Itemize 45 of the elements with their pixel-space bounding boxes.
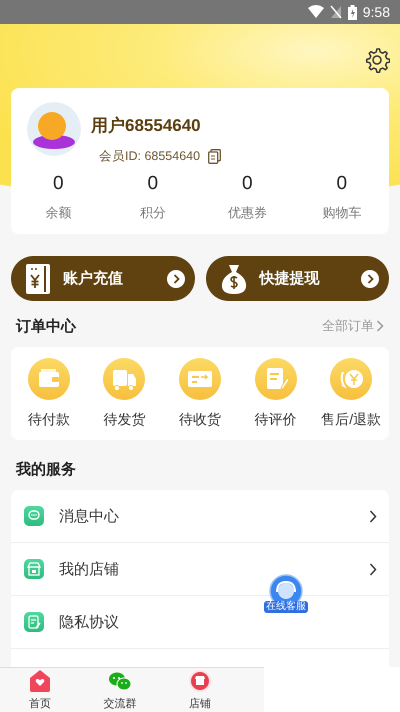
chevron-icon [361, 270, 379, 288]
tab-item[interactable]: 店铺 [160, 668, 240, 712]
user-name: 用户68554640 [91, 115, 202, 137]
copy-icon[interactable] [208, 149, 222, 164]
action-button[interactable]: 快捷提现 [206, 256, 389, 301]
chevron-icon [376, 320, 384, 332]
note-icon [254, 358, 297, 400]
stat-value: 0 [240, 173, 254, 195]
tab-item[interactable]: 交流群 [80, 668, 160, 712]
order-status-button[interactable]: 待付款 [11, 358, 87, 429]
order-status-button[interactable]: 待发货 [86, 358, 162, 429]
stat-value: 0 [335, 173, 348, 195]
yen-coin-icon [330, 358, 372, 400]
chevron-icon [166, 270, 184, 288]
order-status-button[interactable]: 待收货 [162, 358, 238, 429]
stat-label: 购物车 [321, 204, 362, 222]
signal-icon [330, 5, 342, 19]
message-icon [24, 506, 44, 526]
document-icon [24, 612, 44, 632]
shop-icon [24, 559, 44, 579]
wallet-card-icon [25, 262, 51, 294]
battery-icon [348, 4, 357, 20]
section-title: 订单中心 [16, 316, 76, 336]
card-icon [178, 358, 221, 400]
wallet-icon [28, 358, 70, 400]
stat-label: 余额 [44, 204, 72, 222]
stat-label: 优惠券 [226, 204, 268, 222]
member-id: 会员ID: 68554640 [99, 148, 200, 165]
order-status-button[interactable]: 待评价 [238, 358, 314, 429]
stat-value: 0 [146, 173, 160, 195]
money-bag-icon [220, 262, 248, 294]
wifi-icon [308, 5, 324, 19]
tab-item[interactable]: 首页 [0, 668, 80, 712]
order-status-button[interactable]: 售后/退款 [313, 358, 389, 429]
section-title: 我的服务 [16, 460, 76, 478]
clock: 9:58 [362, 4, 390, 20]
chevron-icon [369, 510, 377, 522]
avatar-icon [27, 102, 81, 156]
truck-icon [103, 358, 146, 400]
service-item[interactable]: 消息中心 [11, 490, 389, 543]
stat-label: 积分 [138, 204, 167, 222]
stat-value: 0 [52, 173, 65, 195]
action-button[interactable]: 账户充值 [11, 256, 194, 301]
chevron-icon [369, 562, 377, 576]
settings-icon[interactable] [364, 47, 390, 73]
